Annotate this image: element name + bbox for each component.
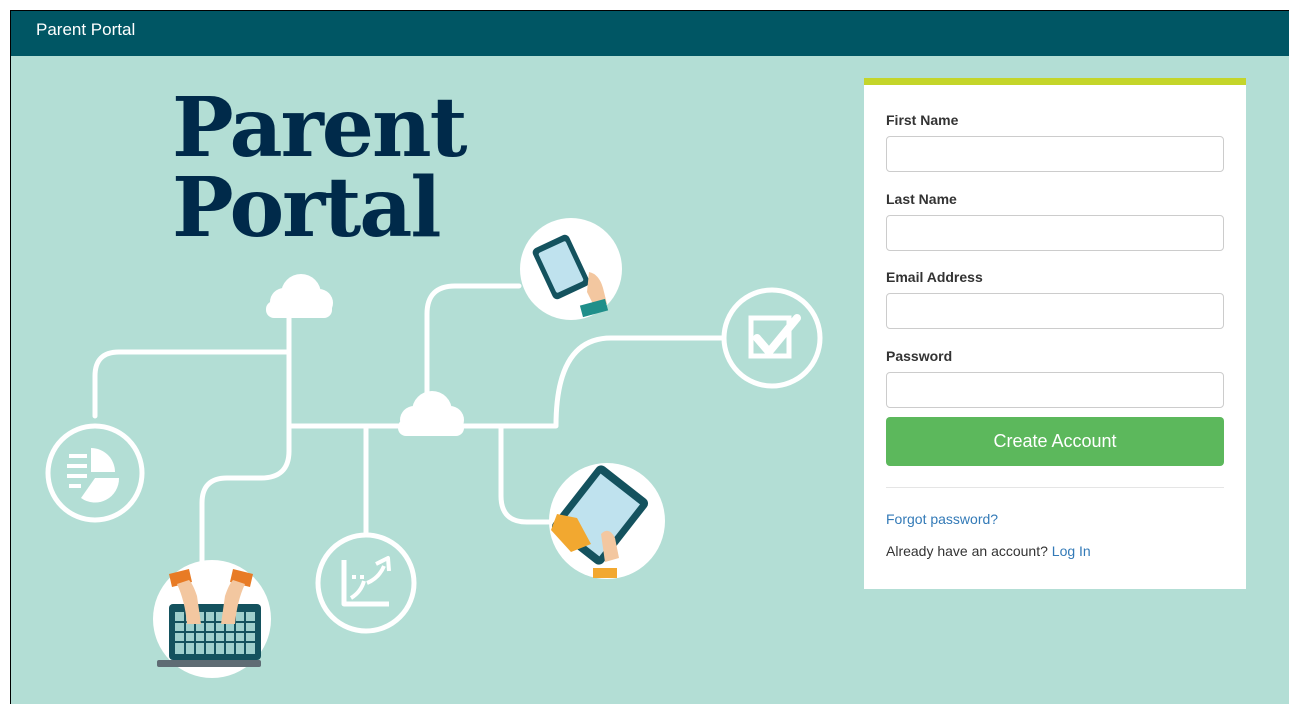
top-navigation-bar: Parent Portal: [11, 11, 1289, 56]
growth-chart-icon: [315, 532, 417, 634]
checkbox-icon: [721, 287, 823, 389]
first-name-label: First Name: [886, 112, 959, 128]
password-input[interactable]: [886, 372, 1224, 408]
laptop-icon: [153, 560, 271, 678]
hero-title: Parent Portal: [172, 80, 467, 256]
first-name-input[interactable]: [886, 136, 1224, 172]
signup-form-panel: First Name Last Name Email Address Passw…: [864, 78, 1246, 589]
create-account-button[interactable]: Create Account: [886, 417, 1224, 466]
form-divider: [886, 487, 1224, 488]
hero-title-line-1: Parent: [172, 80, 467, 176]
log-in-link[interactable]: Log In: [1052, 543, 1091, 559]
hero-title-line-2: Portal: [172, 160, 442, 256]
password-label: Password: [886, 348, 953, 364]
last-name-label: Last Name: [886, 191, 957, 207]
pie-chart-icon: [45, 423, 145, 523]
cloud-icon: [266, 274, 333, 318]
login-prompt-text: Already have an account?: [886, 543, 1048, 559]
cloud-icon: [398, 391, 464, 436]
login-prompt: Already have an account? Log In: [886, 543, 1091, 559]
email-label: Email Address: [886, 269, 983, 285]
email-input[interactable]: [886, 293, 1224, 329]
smartphone-icon: [520, 218, 622, 320]
forgot-password-link[interactable]: Forgot password?: [886, 511, 998, 527]
app-title[interactable]: Parent Portal: [36, 11, 135, 48]
last-name-input[interactable]: [886, 215, 1224, 251]
tablet-icon: [549, 463, 665, 579]
